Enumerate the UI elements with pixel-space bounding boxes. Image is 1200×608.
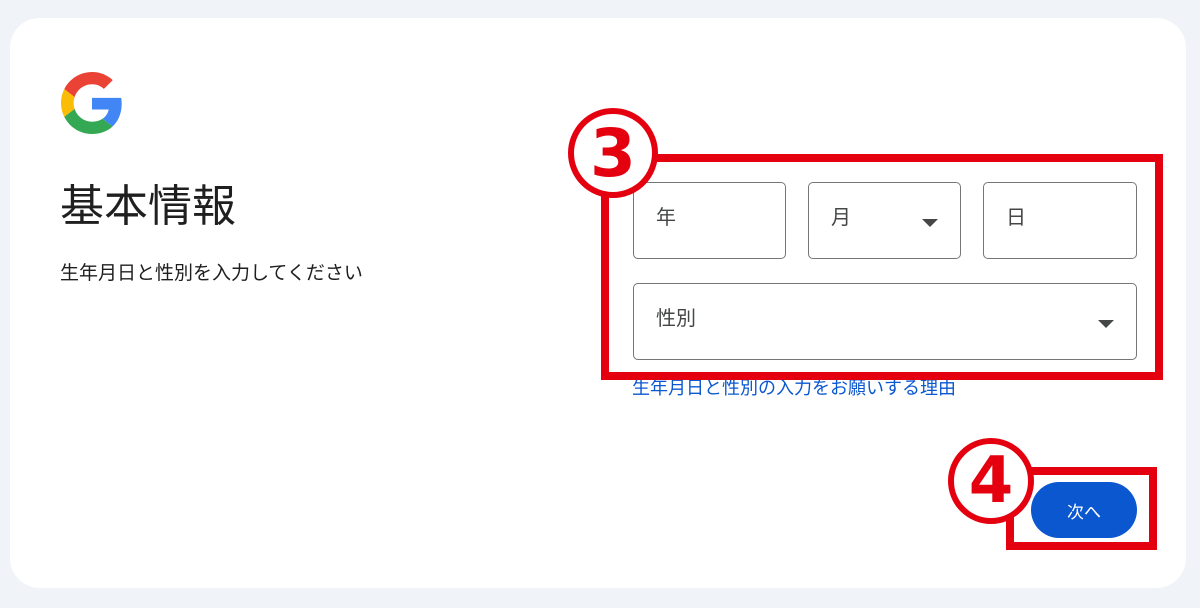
step-marker-3: 3: [568, 108, 658, 198]
highlight-box-date-gender: [601, 154, 1163, 380]
google-logo-icon: [61, 72, 122, 134]
page-subtitle: 生年月日と性別を入力してください: [60, 262, 363, 284]
step-marker-4: 4: [948, 438, 1034, 524]
page-title: 基本情報: [60, 181, 236, 232]
